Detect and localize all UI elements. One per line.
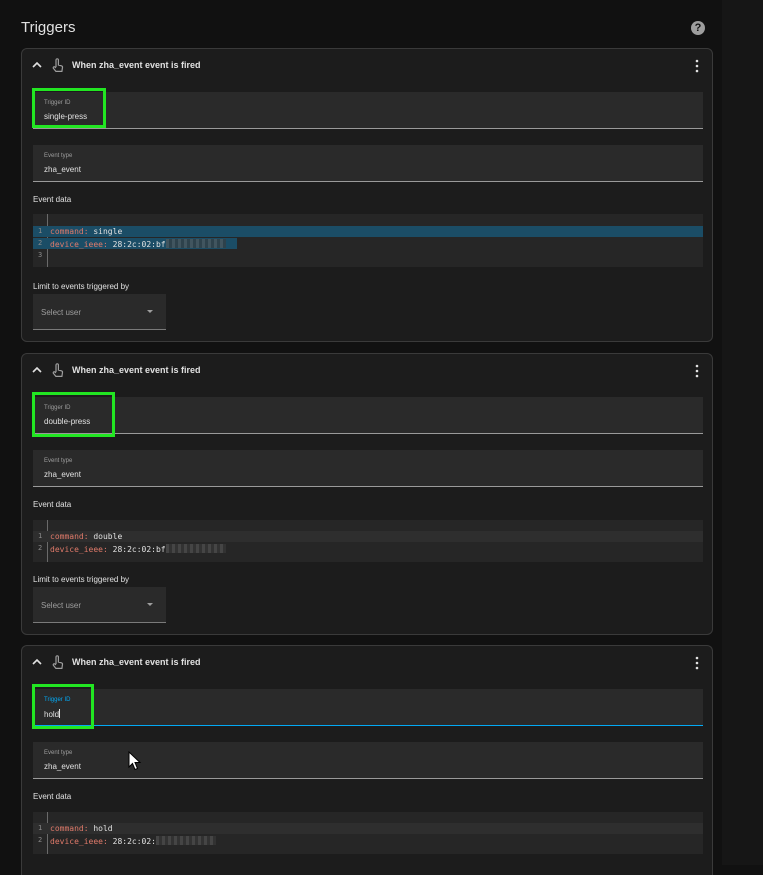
yaml-value: double bbox=[93, 532, 123, 541]
field-label: Event type bbox=[44, 458, 73, 464]
highlight-box bbox=[32, 88, 106, 128]
highlight-box bbox=[32, 392, 115, 437]
card-title: When zha_event event is fired bbox=[72, 365, 201, 375]
code-line: 1 command: hold bbox=[33, 823, 703, 834]
more-vertical-icon[interactable] bbox=[692, 656, 702, 670]
dropdown-arrow-icon bbox=[147, 310, 153, 313]
event-type-value: zha_event bbox=[44, 762, 81, 771]
yaml-editor[interactable]: 1 command: single 2 device_ieee: 28:2c:0… bbox=[33, 214, 703, 267]
gesture-tap-icon bbox=[52, 363, 64, 377]
code-line: 1 command: single bbox=[33, 226, 703, 237]
trigger-id-field[interactable]: Trigger ID double-press bbox=[33, 397, 703, 434]
field-label: Event type bbox=[44, 750, 73, 756]
line-number: 1 bbox=[38, 824, 43, 832]
card-title: When zha_event event is fired bbox=[72, 60, 201, 70]
select-placeholder: Select user bbox=[41, 601, 82, 610]
yaml-editor[interactable]: 1 command: double 2 device_ieee: 28:2c:0… bbox=[33, 520, 703, 562]
gesture-tap-icon bbox=[52, 655, 64, 669]
trigger-id-field[interactable]: Trigger ID hold bbox=[33, 689, 703, 726]
yaml-value: hold bbox=[93, 824, 113, 833]
event-type-value: zha_event bbox=[44, 165, 81, 174]
dropdown-arrow-icon bbox=[147, 603, 153, 606]
section-title: Triggers bbox=[21, 19, 76, 36]
yaml-editor[interactable]: 1 command: hold 2 device_ieee: 28:2c:02: bbox=[33, 812, 703, 854]
help-icon[interactable]: ? bbox=[691, 21, 705, 35]
trigger-card: When zha_event event is fired Trigger ID… bbox=[21, 353, 713, 635]
trigger-card: When zha_event event is fired Trigger ID… bbox=[21, 645, 713, 875]
user-select[interactable]: Select user bbox=[33, 294, 166, 330]
code-line: 3 bbox=[33, 250, 703, 261]
code-line: 1 command: double bbox=[33, 531, 703, 542]
scroll-gutter bbox=[722, 0, 763, 865]
event-data-label: Event data bbox=[33, 195, 72, 204]
redacted-text bbox=[155, 836, 216, 845]
event-data-label: Event data bbox=[33, 500, 72, 509]
line-number: 2 bbox=[38, 544, 43, 552]
more-vertical-icon[interactable] bbox=[692, 364, 702, 378]
yaml-key: command bbox=[50, 532, 84, 541]
event-type-field[interactable]: Event type zha_event bbox=[33, 145, 703, 182]
chevron-up-icon[interactable] bbox=[31, 364, 43, 376]
limit-label: Limit to events triggered by bbox=[33, 575, 130, 584]
yaml-value: 28:2c:02: bbox=[112, 837, 156, 846]
yaml-key: command bbox=[50, 227, 84, 236]
code-line: 2 device_ieee: 28:2c:02:bf bbox=[33, 543, 703, 554]
card-title: When zha_event event is fired bbox=[72, 657, 201, 667]
chevron-up-icon[interactable] bbox=[31, 656, 43, 668]
event-type-field[interactable]: Event type zha_event bbox=[33, 450, 703, 487]
highlight-box bbox=[32, 684, 94, 729]
yaml-key: device_ieee bbox=[50, 545, 103, 554]
line-number: 2 bbox=[38, 239, 43, 247]
select-placeholder: Select user bbox=[41, 308, 82, 317]
code-line: 2 device_ieee: 28:2c:02: bbox=[33, 835, 703, 846]
gesture-tap-icon bbox=[52, 58, 64, 72]
card-header[interactable]: When zha_event event is fired bbox=[22, 354, 712, 388]
line-number: 1 bbox=[38, 227, 43, 235]
code-line: 2 device_ieee: 28:2c:02:bf bbox=[33, 238, 237, 249]
card-header[interactable]: When zha_event event is fired bbox=[22, 49, 712, 83]
mouse-pointer-icon bbox=[128, 751, 142, 771]
user-select[interactable]: Select user bbox=[33, 587, 166, 623]
event-type-value: zha_event bbox=[44, 470, 81, 479]
yaml-key: command bbox=[50, 824, 84, 833]
card-header[interactable]: When zha_event event is fired bbox=[22, 646, 712, 680]
line-number: 3 bbox=[38, 251, 43, 259]
redacted-text bbox=[165, 239, 226, 248]
yaml-value: 28:2c:02:bf bbox=[112, 545, 166, 554]
more-vertical-icon[interactable] bbox=[692, 59, 702, 73]
yaml-value: 28:2c:02:bf bbox=[112, 240, 166, 249]
limit-label: Limit to events triggered by bbox=[33, 282, 130, 291]
chevron-up-icon[interactable] bbox=[31, 59, 43, 71]
event-data-label: Event data bbox=[33, 792, 72, 801]
yaml-key: device_ieee bbox=[50, 240, 103, 249]
field-label: Event type bbox=[44, 153, 73, 159]
line-number: 2 bbox=[38, 836, 43, 844]
yaml-key: device_ieee bbox=[50, 837, 103, 846]
yaml-value: single bbox=[93, 227, 123, 236]
redacted-text bbox=[165, 544, 226, 553]
trigger-card: When zha_event event is fired Trigger ID… bbox=[21, 48, 713, 342]
trigger-id-field[interactable]: Trigger ID single-press bbox=[33, 92, 703, 129]
line-number: 1 bbox=[38, 532, 43, 540]
